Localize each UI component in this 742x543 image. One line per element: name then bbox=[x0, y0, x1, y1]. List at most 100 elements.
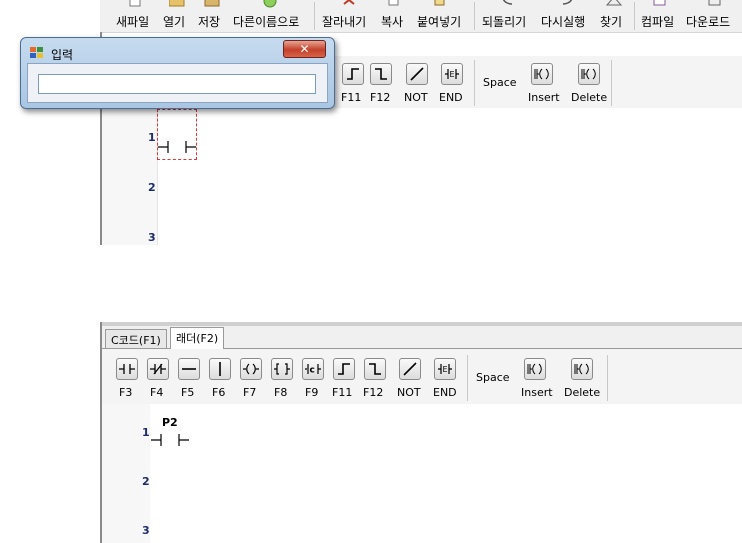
cut-icon bbox=[343, 0, 355, 5]
key-label: F8 bbox=[274, 386, 288, 399]
menu-cut[interactable]: 잘라내기 bbox=[322, 0, 374, 30]
menu-separator bbox=[474, 2, 475, 30]
redo-icon bbox=[562, 0, 573, 5]
horizontal-line-icon bbox=[182, 368, 196, 370]
key-label: F12 bbox=[363, 386, 384, 399]
window-icon bbox=[30, 47, 43, 58]
menu-compile[interactable]: 컴파일 bbox=[641, 0, 683, 30]
menu-label: 컴파일 bbox=[641, 15, 675, 29]
menu-save[interactable]: 저장 bbox=[198, 0, 228, 30]
rising-edge-button[interactable] bbox=[333, 358, 355, 380]
insert-rung-icon bbox=[534, 68, 549, 80]
menu-label: 되돌리기 bbox=[482, 15, 527, 29]
rising-edge-icon bbox=[338, 363, 350, 375]
menu-find[interactable]: 찾기 bbox=[600, 0, 630, 30]
menu-redo[interactable]: 다시실행 bbox=[541, 0, 595, 30]
space-button[interactable]: Space bbox=[483, 76, 517, 89]
contact-nc-button[interactable] bbox=[147, 358, 169, 380]
delete-label: Delete bbox=[571, 91, 608, 104]
contact-no-icon[interactable] bbox=[151, 432, 191, 448]
input-field[interactable] bbox=[38, 74, 316, 94]
svg-text:E: E bbox=[450, 70, 455, 79]
menu-open[interactable]: 열기 bbox=[163, 0, 193, 30]
copy-icon bbox=[388, 0, 399, 6]
menu-separator bbox=[634, 2, 635, 30]
contact-no-button[interactable] bbox=[116, 358, 138, 380]
function-block-button[interactable] bbox=[271, 358, 293, 380]
toolbar-separator bbox=[611, 60, 612, 106]
end-button[interactable]: E bbox=[434, 358, 456, 380]
line-number-gutter bbox=[102, 108, 158, 245]
delete-button[interactable] bbox=[571, 358, 593, 380]
menu-new-file[interactable]: 새파일 bbox=[116, 0, 156, 30]
line-number: 1 bbox=[148, 131, 156, 144]
close-icon: ✕ bbox=[299, 42, 310, 56]
key-label: END bbox=[433, 386, 457, 399]
c-block-icon: c bbox=[305, 364, 321, 376]
contact-nc-icon bbox=[150, 363, 166, 375]
space-button[interactable]: Space bbox=[476, 371, 510, 384]
falling-edge-icon bbox=[375, 68, 387, 80]
new-file-icon bbox=[129, 0, 141, 7]
insert-button[interactable] bbox=[524, 358, 546, 380]
rising-edge-icon bbox=[347, 68, 359, 80]
coil-button[interactable] bbox=[240, 358, 262, 380]
menu-paste[interactable]: 붙여넣기 bbox=[417, 0, 469, 30]
insert-rung-icon bbox=[527, 363, 542, 375]
vertical-line-button[interactable] bbox=[209, 358, 231, 380]
tab-ladder[interactable]: 래더(F2) bbox=[170, 327, 225, 350]
dialog-title: 입력 bbox=[51, 48, 74, 62]
falling-edge-button[interactable] bbox=[370, 63, 392, 85]
coil-icon bbox=[243, 363, 259, 375]
bottom-ladder-editor[interactable] bbox=[102, 404, 742, 543]
not-icon bbox=[410, 67, 424, 81]
not-icon bbox=[403, 362, 417, 376]
line-number: 1 bbox=[142, 426, 150, 439]
key-label: F7 bbox=[243, 386, 257, 399]
paste-icon bbox=[434, 0, 445, 6]
menu-label: 다른이름으로 bbox=[233, 15, 300, 29]
key-label: F6 bbox=[212, 386, 226, 399]
undo-icon bbox=[502, 0, 513, 5]
end-button[interactable]: E bbox=[441, 63, 463, 85]
line-number: 3 bbox=[142, 524, 150, 537]
end-icon: E bbox=[445, 69, 459, 79]
menu-label: 찾기 bbox=[600, 15, 623, 29]
open-folder-icon bbox=[169, 0, 185, 7]
toolbar-separator bbox=[467, 355, 468, 401]
tab-c-code[interactable]: C코드(F1) bbox=[105, 329, 167, 348]
toolbar-separator bbox=[607, 355, 608, 401]
menu-label: 새파일 bbox=[116, 15, 150, 29]
menu-download[interactable]: 다운로드 bbox=[686, 0, 740, 30]
vertical-line-icon bbox=[219, 362, 221, 376]
top-ladder-editor[interactable] bbox=[102, 108, 742, 245]
c-block-button[interactable]: c bbox=[302, 358, 324, 380]
download-icon bbox=[708, 0, 721, 6]
close-button[interactable]: ✕ bbox=[283, 40, 326, 58]
menu-copy[interactable]: 복사 bbox=[381, 0, 411, 30]
input-dialog: 입력 ✕ bbox=[20, 37, 335, 109]
not-button[interactable] bbox=[399, 358, 421, 380]
menu-undo[interactable]: 되돌리기 bbox=[482, 0, 534, 30]
delete-rung-icon bbox=[581, 68, 596, 80]
menu-separator bbox=[314, 2, 315, 30]
dialog-body bbox=[27, 63, 328, 103]
menu-label: 저장 bbox=[198, 15, 221, 29]
compile-icon bbox=[653, 0, 666, 6]
menu-save-as[interactable]: 다른이름으로 bbox=[233, 0, 309, 30]
contact-no-icon bbox=[119, 364, 135, 374]
toolbar-separator bbox=[474, 60, 475, 106]
insert-button[interactable] bbox=[531, 63, 553, 85]
key-label: F12 bbox=[370, 91, 391, 104]
key-label: F11 bbox=[341, 91, 362, 104]
contact-no-icon bbox=[158, 141, 196, 153]
key-label: NOT bbox=[397, 386, 421, 399]
key-label: F11 bbox=[332, 386, 353, 399]
delete-button[interactable] bbox=[578, 63, 600, 85]
svg-text:c: c bbox=[310, 366, 315, 376]
line-number: 3 bbox=[148, 231, 156, 244]
rising-edge-button[interactable] bbox=[342, 63, 364, 85]
not-button[interactable] bbox=[406, 63, 428, 85]
horizontal-line-button[interactable] bbox=[178, 358, 200, 380]
falling-edge-button[interactable] bbox=[364, 358, 386, 380]
